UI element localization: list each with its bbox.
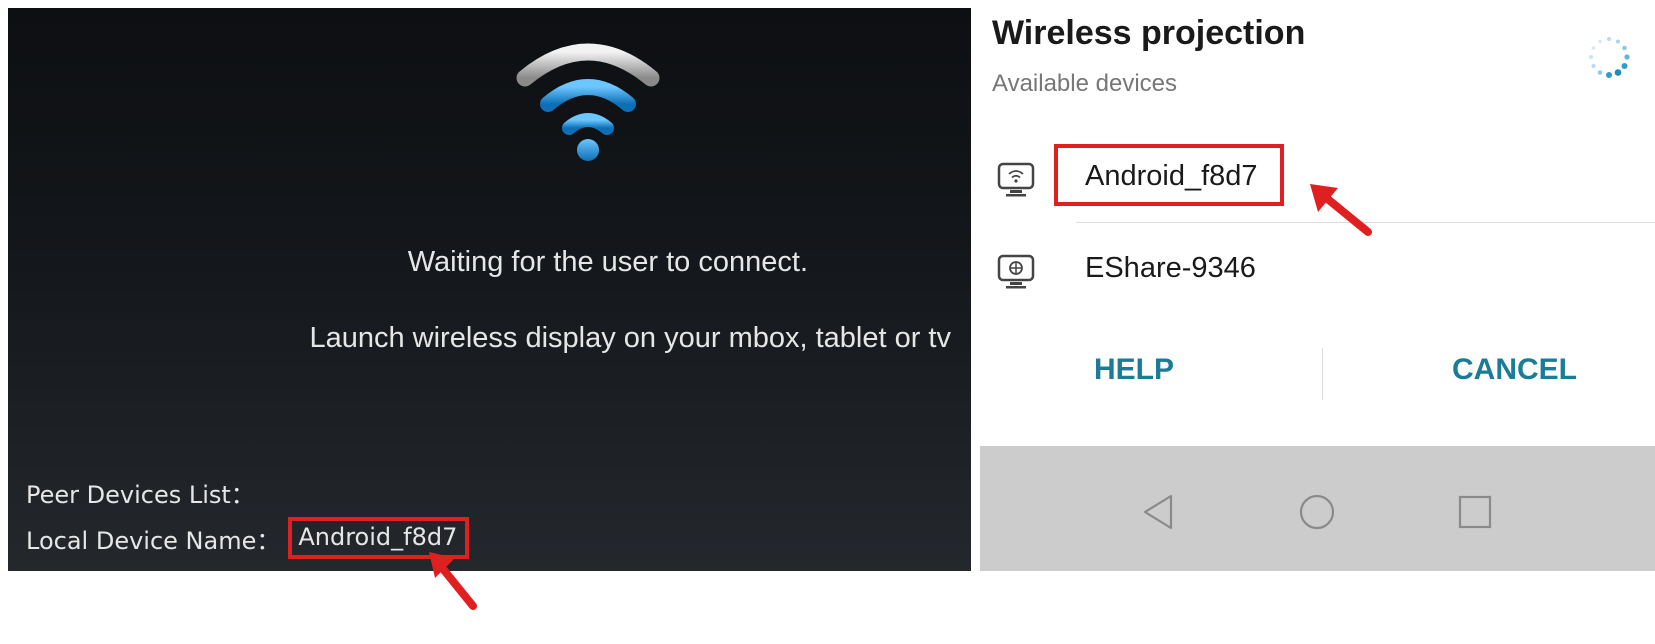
- cast-screen-icon: [997, 162, 1035, 197]
- red-arrow-annotation: [429, 552, 477, 610]
- dialog-title: Wireless projection: [992, 14, 1306, 52]
- waiting-message: Waiting for the user to connect.: [407, 246, 808, 278]
- navigation-bar: [980, 446, 1655, 571]
- device-item-eshare-9346[interactable]: EShare-9346: [990, 240, 1655, 310]
- wireless-projection-dialog: Wireless projection Available devices An…: [980, 8, 1655, 571]
- local-device-name-label: Local Device Name：: [26, 526, 281, 555]
- red-arrow-annotation: [1310, 184, 1372, 236]
- loading-spinner-icon: [1589, 37, 1630, 78]
- local-device-name-row: Local Device Name： Android_f8d7: [26, 517, 470, 559]
- cast-screen-icon: [997, 254, 1035, 289]
- launch-instruction: Launch wireless display on your mbox, ta…: [309, 322, 951, 354]
- back-icon[interactable]: [1137, 490, 1181, 534]
- peer-devices-list-label: Peer Devices List：: [26, 481, 255, 509]
- wifi-icon: [516, 43, 660, 161]
- recent-apps-icon[interactable]: [1453, 490, 1497, 534]
- cancel-button[interactable]: CANCEL: [1452, 353, 1577, 387]
- tv-receiver-screen: Waiting for the user to connect. Launch …: [8, 8, 971, 571]
- button-divider: [1322, 348, 1323, 400]
- help-button[interactable]: HELP: [1094, 353, 1174, 387]
- device-name: EShare-9346: [1085, 252, 1256, 284]
- home-icon[interactable]: [1295, 490, 1339, 534]
- dialog-subtitle: Available devices: [992, 70, 1178, 97]
- highlight-box: [1054, 144, 1284, 206]
